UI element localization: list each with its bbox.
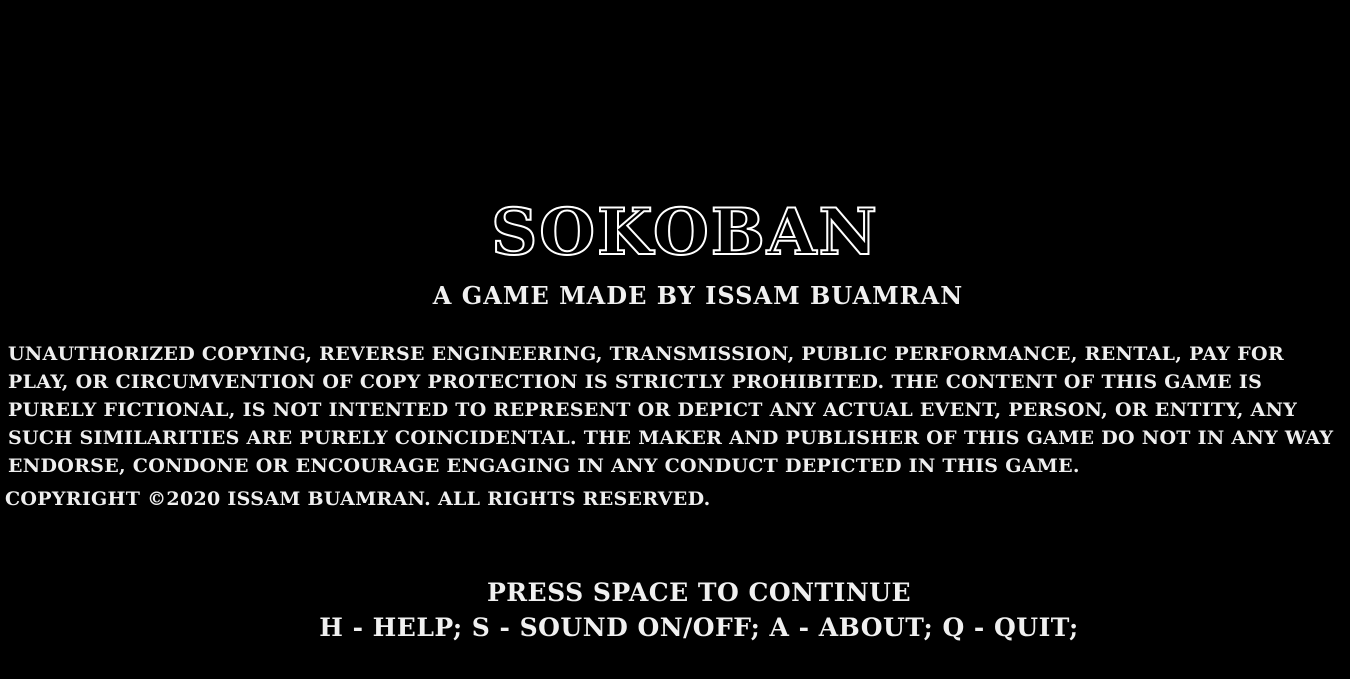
game-title: SOKOBAN xyxy=(490,194,879,271)
author-subtitle: A GAME MADE BY ISSAM BUAMRAN xyxy=(432,281,964,310)
key-controls-help: H - HELP; S - SOUND ON/OFF; A - ABOUT; Q… xyxy=(319,613,1079,642)
copyright-notice: COPYRIGHT ©2020 ISSAM BUAMRAN. ALL RIGHT… xyxy=(5,488,711,510)
legal-notice: UNAUTHORIZED COPYING, REVERSE ENGINEERIN… xyxy=(8,343,1334,477)
continue-prompt[interactable]: PRESS SPACE TO CONTINUE xyxy=(0,576,1350,610)
